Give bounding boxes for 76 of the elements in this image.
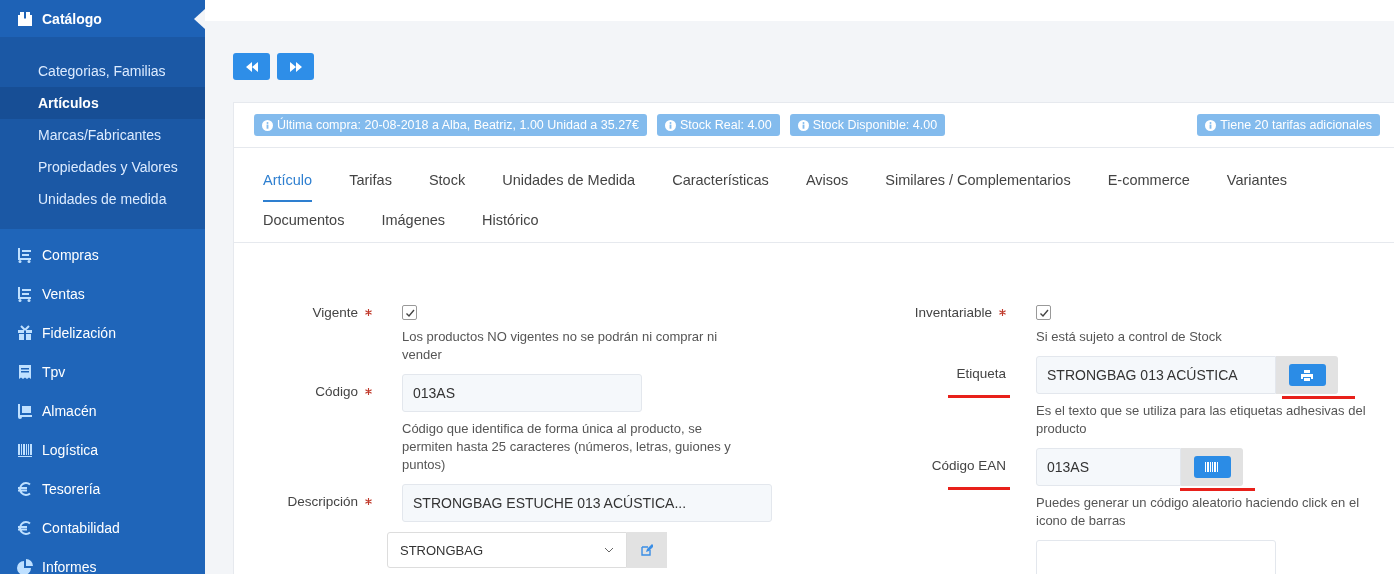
box-icon xyxy=(17,10,33,27)
sidebar-item[interactable]: Informes xyxy=(0,547,205,574)
sidebar-item[interactable]: Ventas xyxy=(0,274,205,313)
input-field[interactable] xyxy=(1036,540,1276,574)
edit-button[interactable] xyxy=(627,532,667,568)
print-button[interactable] xyxy=(1288,364,1326,386)
cart-icon xyxy=(17,285,33,302)
checkbox[interactable] xyxy=(402,305,417,320)
info-icon xyxy=(797,119,809,131)
help-text: Código que identifica de forma única al producto, se permiten hasta 25 caracteres (números, letras, guiones y puntos) xyxy=(402,420,732,474)
receipt-icon xyxy=(17,363,33,380)
barcode-icon xyxy=(1204,462,1220,472)
select-field[interactable]: STRONGBAG xyxy=(387,532,627,568)
check-icon xyxy=(404,307,415,318)
info-badge: Última compra: 20-08-2018 a Alba, Beatriz, 1.00 Unidad a 35.27€ xyxy=(254,114,648,136)
tab[interactable]: Avisos xyxy=(805,162,849,202)
submenu-item[interactable]: Marcas/Fabricantes xyxy=(0,119,205,151)
fast-forward-icon xyxy=(288,61,303,72)
sidebar-item[interactable]: Compras xyxy=(0,235,205,274)
sidebar-item[interactable]: Tesorería xyxy=(0,469,205,508)
sidebar-item[interactable]: Almacén xyxy=(0,391,205,430)
tab[interactable]: Unidades de Medida xyxy=(502,162,636,202)
input-field[interactable]: 013AS xyxy=(402,374,642,412)
info-badge: Stock Real: 4.00 xyxy=(657,114,780,136)
submenu-item[interactable]: Propiedades y Valores xyxy=(0,151,205,183)
field-label: Inventariable xyxy=(914,305,992,320)
info-icon xyxy=(1205,119,1217,131)
field-label: Código EAN xyxy=(931,458,1006,473)
help-text: Si está sujeto a control de Stock xyxy=(1036,328,1223,346)
tab[interactable]: Variantes xyxy=(1226,162,1288,202)
edit-icon xyxy=(641,544,653,556)
euro-icon xyxy=(17,480,33,497)
submenu-item[interactable]: Artículos xyxy=(0,87,205,119)
previous-button[interactable] xyxy=(233,53,270,80)
help-text: Es el texto que se utiliza para las etiquetas adhesivas del producto xyxy=(1036,402,1367,438)
barcode-icon xyxy=(17,441,33,458)
help-text: Los productos NO vigentes no se podrán ni comprar ni vender xyxy=(402,328,719,364)
dolly-icon xyxy=(17,402,33,419)
tab[interactable]: Documentos xyxy=(263,202,345,242)
submenu-item[interactable]: Unidades de medida xyxy=(0,183,205,215)
info-icon xyxy=(665,119,677,131)
tab[interactable]: Artículo xyxy=(263,162,313,202)
rewind-icon xyxy=(244,61,259,72)
tab[interactable]: Imágenes xyxy=(381,202,446,242)
input-field[interactable]: STRONGBAG ESTUCHE 013 ACÚSTICA... xyxy=(402,484,772,522)
tab[interactable]: E-commerce xyxy=(1107,162,1190,202)
input-field[interactable]: 013AS xyxy=(1036,448,1181,486)
pie-icon xyxy=(17,558,33,574)
field-label: Código xyxy=(315,384,358,399)
euro-icon xyxy=(17,519,33,536)
sidebar-item[interactable]: Logística xyxy=(0,430,205,469)
chevron-down-icon xyxy=(604,547,614,553)
input-field[interactable]: STRONGBAG 013 ACÚSTICA xyxy=(1036,356,1276,394)
tab[interactable]: Tarifas xyxy=(349,162,392,202)
checkbox[interactable] xyxy=(1036,305,1051,320)
tab[interactable]: Características xyxy=(672,162,769,202)
check-icon xyxy=(1038,307,1049,318)
tab[interactable]: Histórico xyxy=(482,202,539,242)
field-label: Descripción xyxy=(287,494,358,509)
sidebar-item[interactable]: Fidelización xyxy=(0,313,205,352)
field-label: Vigente xyxy=(312,305,358,320)
cart-icon xyxy=(17,246,33,263)
printer-icon xyxy=(1301,369,1313,381)
sidebar-item[interactable]: Tpv xyxy=(0,352,205,391)
sidebar-item[interactable]: Contabilidad xyxy=(0,508,205,547)
info-badge: Stock Disponible: 4.00 xyxy=(789,114,946,136)
gift-icon xyxy=(17,324,33,341)
tab[interactable]: Stock xyxy=(428,162,466,202)
field-label: Etiqueta xyxy=(956,366,1006,381)
info-badge: Tiene 20 tarifas adicionales xyxy=(1197,114,1380,136)
help-text: Puedes generar un código aleatorio haciendo click en el icono de barras xyxy=(1036,494,1361,530)
next-button[interactable] xyxy=(277,53,314,80)
barcode-button[interactable] xyxy=(1193,456,1231,478)
info-icon xyxy=(262,119,273,131)
submenu-item[interactable]: Categorias, Familias xyxy=(0,55,205,87)
tab[interactable]: Similares / Complementarios xyxy=(885,162,1071,202)
